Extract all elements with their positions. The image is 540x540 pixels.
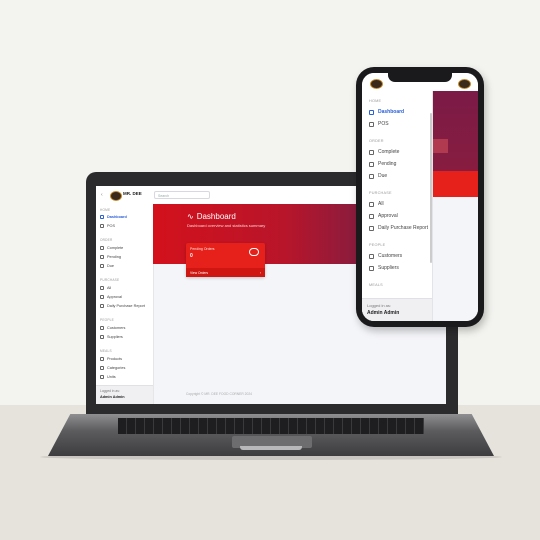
gear-icon (369, 201, 374, 207)
sidebar-section-order: ORDER (369, 139, 384, 143)
users-icon (100, 335, 104, 339)
sidebar-section-order: ORDER (100, 238, 113, 242)
phone-notch (388, 73, 452, 82)
sidebar-item-suppliers[interactable]: Suppliers (369, 265, 399, 271)
sidebar-item-pos[interactable]: POS (369, 121, 389, 127)
gear-icon (369, 213, 374, 219)
menu-toggle-icon[interactable]: ‹ (101, 192, 103, 198)
sidebar-item-pending[interactable]: Pending (100, 255, 121, 259)
calculator-icon (100, 224, 104, 228)
monitor-icon (369, 225, 374, 231)
laptop-lip (240, 446, 302, 450)
sidebar-section-people: PEOPLE (369, 243, 386, 247)
logged-in-label: Logged in as: (367, 303, 392, 308)
sidebar-section-people: PEOPLE (100, 318, 114, 322)
sidebar-section-home: HOME (369, 99, 382, 103)
sidebar-section-purchase: PURCHASE (369, 191, 392, 195)
sidebar-item-approval[interactable]: Approval (100, 295, 122, 299)
sidebar-item-daily-purchase-report[interactable]: Daily Purchase Report (369, 225, 428, 231)
sidebar: HOME Dashboard POS ORDER Complete Pendin… (96, 204, 154, 404)
sidebar-item-approval[interactable]: Approval (369, 213, 398, 219)
sidebar-item-pos[interactable]: POS (100, 224, 115, 228)
sidebar-item-products[interactable]: Products (100, 357, 122, 361)
gear-icon (100, 286, 104, 290)
chat-icon (249, 248, 259, 256)
sidebar-item-due[interactable]: Due (369, 173, 387, 179)
brand-logo (458, 79, 471, 89)
sidebar-item-units[interactable]: Units (100, 375, 116, 379)
page-title: ∿ Dashboard (187, 212, 236, 221)
laptop-keyboard (118, 418, 424, 434)
users-icon (369, 253, 374, 259)
brand-name: MR. DEE (123, 191, 142, 196)
phone-sidebar-footer: Logged in as: Admin Admin (362, 298, 432, 321)
sidebar-item-all[interactable]: All (369, 201, 384, 207)
phone-sidebar: HOME Dashboard POS ORDER Complete Pendin… (362, 91, 433, 321)
search-input[interactable]: Search (154, 191, 210, 199)
logged-in-user: Admin Admin (100, 395, 125, 399)
sidebar-item-all[interactable]: All (100, 286, 111, 290)
sidebar-item-dashboard[interactable]: Dashboard (100, 215, 127, 219)
card-footer[interactable]: View Orders › (186, 268, 265, 277)
sidebar-item-due[interactable]: Due (100, 264, 114, 268)
copyright: Copyright © MR. DEE FOOD CORNER 2024 (186, 392, 253, 396)
monitor-icon (100, 304, 104, 308)
pending-orders-card: Pending Orders 0 View Orders › (186, 243, 265, 277)
sidebar-item-complete[interactable]: Complete (100, 246, 123, 250)
gear-icon (100, 246, 104, 250)
view-orders-link[interactable]: View Orders (190, 271, 208, 275)
sidebar-item-customers[interactable]: Customers (369, 253, 402, 259)
phone-screen: HOME Dashboard POS ORDER Complete Pendin… (362, 73, 478, 321)
gear-icon (100, 255, 104, 259)
card-label: Pending Orders (190, 247, 215, 251)
users-icon (100, 326, 104, 330)
sidebar-item-pending[interactable]: Pending (369, 161, 396, 167)
monitor-icon (100, 264, 104, 268)
sidebar-section-meals: MEALS (100, 349, 112, 353)
activity-icon (100, 215, 104, 219)
folder-icon (100, 366, 104, 370)
sidebar-scrollbar[interactable] (430, 113, 432, 263)
gear-icon (369, 161, 374, 167)
sidebar-section-home: HOME (100, 208, 111, 212)
chevron-right-icon: › (259, 271, 261, 275)
sidebar-item-dashboard[interactable]: Dashboard (369, 109, 404, 115)
phone-header-block (432, 139, 448, 153)
sidebar-section-meals: MEALS (369, 283, 383, 287)
logged-in-label: Logged in as: (100, 389, 120, 393)
sidebar-item-daily-purchase-report[interactable]: Daily Purchase Report (100, 304, 145, 308)
sidebar-item-suppliers[interactable]: Suppliers (100, 335, 123, 339)
users-icon (369, 265, 374, 271)
sidebar-section-purchase: PURCHASE (100, 278, 120, 282)
folder-icon (100, 375, 104, 379)
phone-content-behind (432, 91, 478, 321)
brand-logo (110, 191, 122, 201)
card-value: 0 (190, 253, 193, 259)
sidebar-item-categories[interactable]: Categories (100, 366, 125, 370)
sidebar-item-complete[interactable]: Complete (369, 149, 399, 155)
sidebar-item-customers[interactable]: Customers (100, 326, 125, 330)
calculator-icon (369, 121, 374, 127)
sidebar-footer: Logged in as: Admin Admin (96, 385, 153, 404)
brand-logo (370, 79, 383, 89)
monitor-icon (369, 173, 374, 179)
page-subtitle: Dashboard overview and statistics summar… (187, 223, 266, 228)
activity-icon (369, 109, 374, 115)
activity-icon: ∿ (187, 212, 194, 221)
box-icon (100, 357, 104, 361)
logged-in-user: Admin Admin (367, 310, 400, 316)
gear-icon (100, 295, 104, 299)
phone-pending-card (432, 171, 478, 197)
gear-icon (369, 149, 374, 155)
